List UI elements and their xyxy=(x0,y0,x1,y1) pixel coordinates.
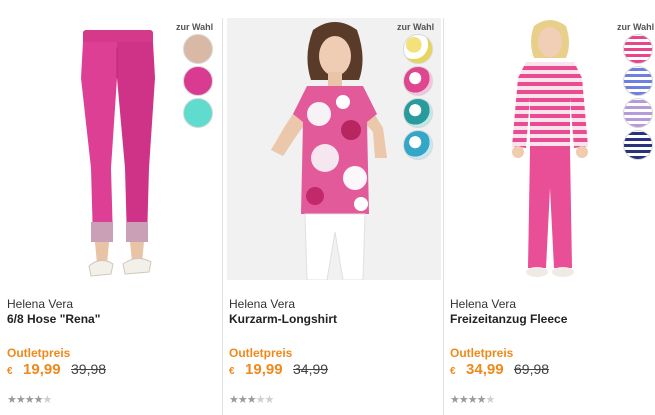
old-price: 34,99 xyxy=(293,361,329,377)
swatch-blue-floral[interactable] xyxy=(403,130,433,160)
star-filled-icon: ★ xyxy=(7,394,17,406)
column-divider xyxy=(222,18,223,415)
swatch-lilac-stripe[interactable] xyxy=(623,98,653,128)
price-row: € 19,99 34,99 xyxy=(229,361,328,379)
star-filled-icon: ★ xyxy=(15,394,26,406)
product-image[interactable]: zur Wahl xyxy=(448,18,655,280)
product-card[interactable]: zur Wahl Helena Vera Freizeitanzug Fleec… xyxy=(448,18,655,415)
star-filled-icon: ★ xyxy=(476,394,487,406)
rating-stars[interactable]: ★★★★★ xyxy=(7,393,53,406)
star-filled-icon: ★ xyxy=(24,394,35,406)
product-name-link[interactable]: 6/8 Hose "Rena" xyxy=(7,312,100,326)
product-name-link[interactable]: Freizeitanzug Fleece xyxy=(450,312,567,326)
star-empty-icon: ★ xyxy=(42,394,53,406)
star-filled-icon: ★ xyxy=(229,394,239,406)
swatch-pink-floral[interactable] xyxy=(403,66,433,96)
swatch-label: zur Wahl xyxy=(617,22,655,32)
swatch-label: zur Wahl xyxy=(176,22,214,32)
swatch-beige[interactable] xyxy=(183,34,213,64)
star-filled-icon: ★ xyxy=(458,394,469,406)
outlet-price-label: Outletpreis xyxy=(229,346,293,360)
outlet-price-label: Outletpreis xyxy=(7,346,71,360)
star-empty-icon: ★ xyxy=(255,394,266,406)
star-empty-icon: ★ xyxy=(485,394,496,406)
swatch-pink[interactable] xyxy=(183,66,213,96)
product-name-link[interactable]: Kurzarm-Longshirt xyxy=(229,312,337,326)
swatch-turquoise[interactable] xyxy=(183,98,213,128)
star-filled-icon: ★ xyxy=(33,394,44,406)
currency-symbol: € xyxy=(450,366,456,377)
swatch-blue-stripe[interactable] xyxy=(623,66,653,96)
star-filled-icon: ★ xyxy=(450,394,460,406)
product-brand: Helena Vera xyxy=(229,297,296,311)
currency-symbol: € xyxy=(7,366,13,377)
product-brand: Helena Vera xyxy=(450,297,517,311)
star-filled-icon: ★ xyxy=(246,394,257,406)
product-brand: Helena Vera xyxy=(7,297,74,311)
star-filled-icon: ★ xyxy=(467,394,478,406)
swatch-yellow-floral[interactable] xyxy=(403,34,433,64)
price-row: € 34,99 69,98 xyxy=(450,361,549,379)
product-image[interactable]: zur Wahl xyxy=(227,18,441,280)
product-image[interactable]: zur Wahl xyxy=(5,18,219,280)
product-grid: zur Wahl Helena Vera 6/8 Hose "Rena" Out… xyxy=(0,0,655,415)
star-empty-icon: ★ xyxy=(264,394,275,406)
swatch-label: zur Wahl xyxy=(397,22,435,32)
currency-symbol: € xyxy=(229,366,235,377)
star-filled-icon: ★ xyxy=(237,394,248,406)
column-divider xyxy=(443,18,444,415)
current-price: 19,99 xyxy=(23,361,61,378)
current-price: 34,99 xyxy=(466,361,504,378)
rating-stars[interactable]: ★★★★★ xyxy=(229,393,275,406)
outlet-price-label: Outletpreis xyxy=(450,346,514,360)
price-row: € 19,99 39,98 xyxy=(7,361,106,379)
current-price: 19,99 xyxy=(245,361,283,378)
old-price: 39,98 xyxy=(71,361,107,377)
swatch-teal-floral[interactable] xyxy=(403,98,433,128)
swatch-navy-stripe[interactable] xyxy=(623,130,653,160)
product-card[interactable]: zur Wahl Helena Vera 6/8 Hose "Rena" Out… xyxy=(5,18,219,415)
product-card[interactable]: zur Wahl Helena Vera Kurzarm-Longshirt O… xyxy=(227,18,441,415)
swatch-pink-stripe[interactable] xyxy=(623,34,653,64)
rating-stars[interactable]: ★★★★★ xyxy=(450,393,496,406)
old-price: 69,98 xyxy=(514,361,550,377)
